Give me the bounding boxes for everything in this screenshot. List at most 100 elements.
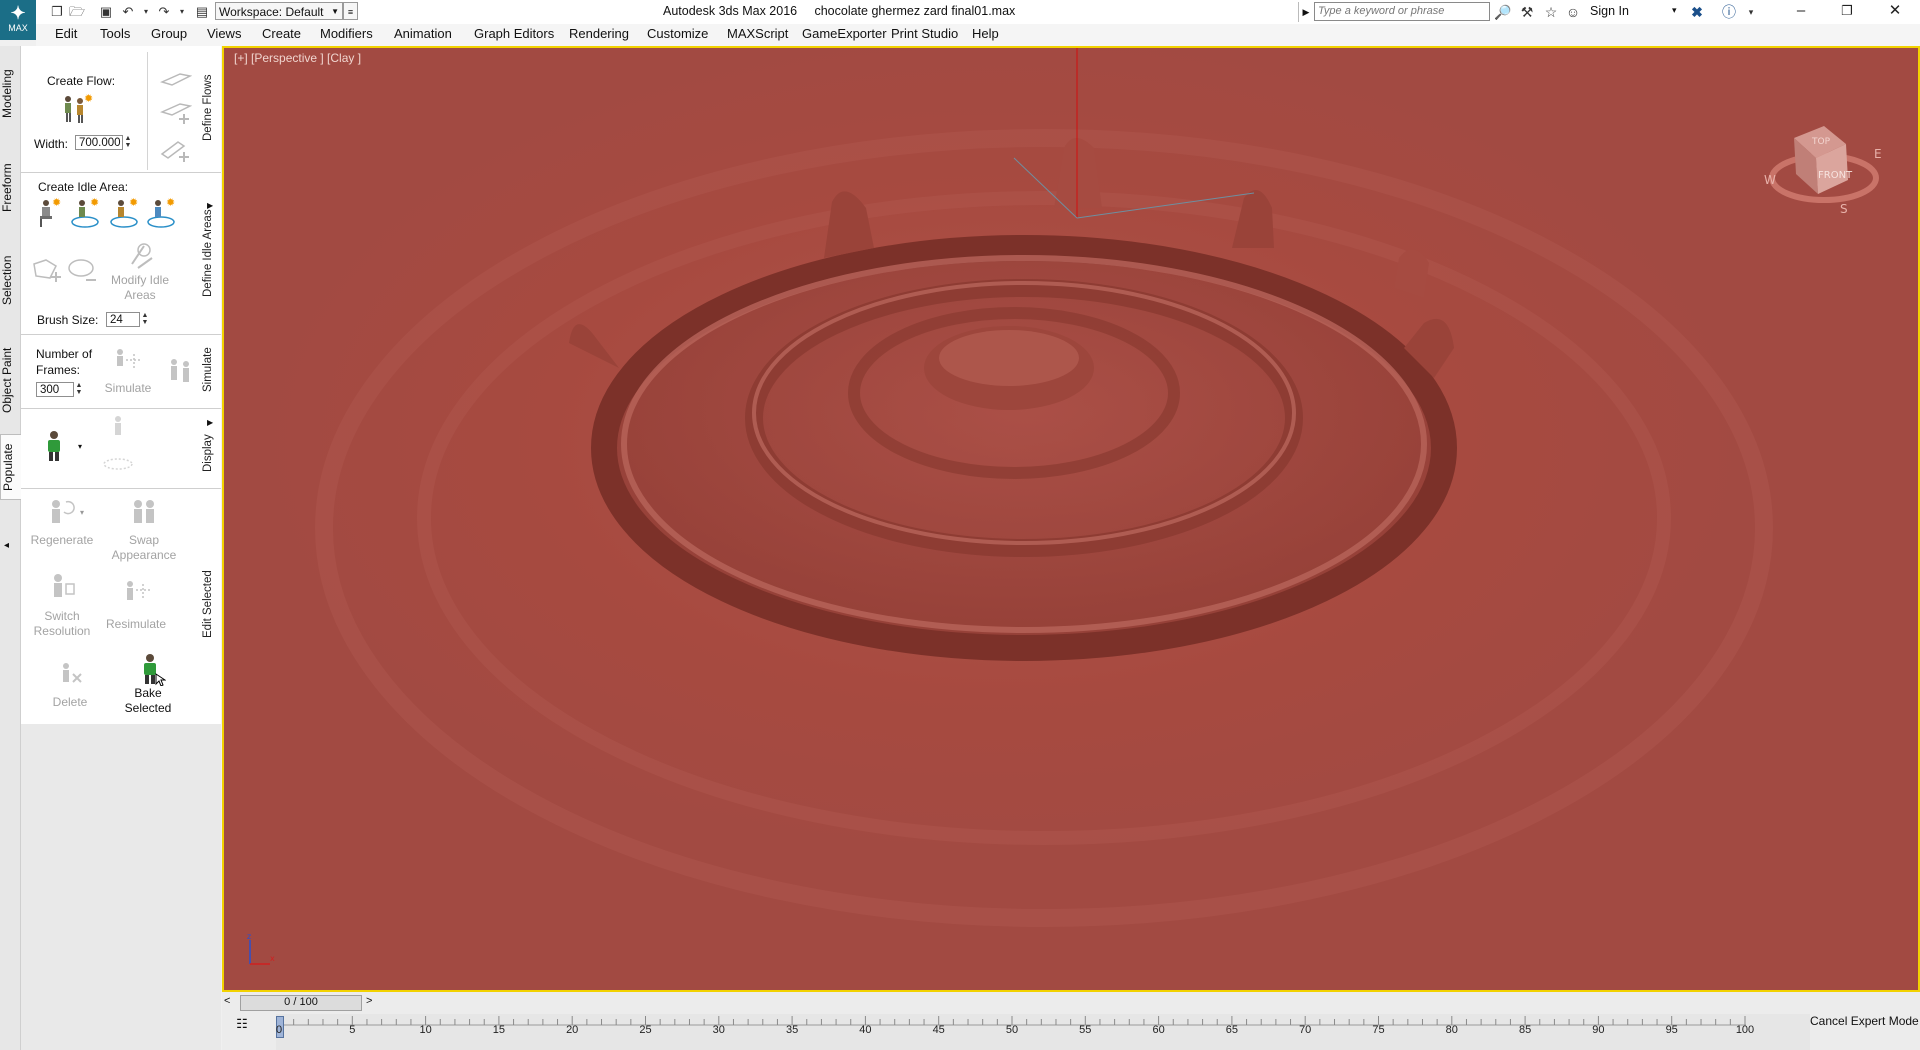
tick-label: 25 xyxy=(639,1024,652,1036)
viewcube-top-label[interactable]: TOP xyxy=(1811,137,1831,147)
undo-icon[interactable]: ↶ xyxy=(119,3,137,21)
display-dropdown-icon[interactable]: ▾ xyxy=(78,442,82,451)
track-bar-toggle-icon[interactable]: ☷ xyxy=(232,1016,252,1032)
svg-text:z: z xyxy=(247,932,251,941)
save-icon[interactable]: ▣ xyxy=(97,3,115,21)
time-prev-button[interactable]: < xyxy=(224,995,230,1007)
modify-idle-areas-label: Modify Idle Areas xyxy=(110,273,170,302)
tick-label: 10 xyxy=(419,1024,432,1036)
menu-edit[interactable]: Edit xyxy=(55,26,77,41)
sign-in-dropdown-icon[interactable]: ▾ xyxy=(1672,5,1677,16)
menu-modifiers[interactable]: Modifiers xyxy=(320,26,373,41)
search-input[interactable]: Type a keyword or phrase xyxy=(1314,2,1490,21)
new-file-icon[interactable]: ❐ xyxy=(48,3,66,21)
frames-input[interactable]: 300 xyxy=(36,382,74,397)
menu-animation[interactable]: Animation xyxy=(394,26,452,41)
width-spinner-icon[interactable]: ▲ ▼ xyxy=(124,135,132,150)
perspective-viewport[interactable]: [+] [Perspective ] [Clay ] TOP FRONT W E… xyxy=(222,46,1920,992)
menu-help[interactable]: Help xyxy=(972,26,999,41)
communication-center-icon[interactable]: ⚒ xyxy=(1518,3,1536,21)
menu-print-studio[interactable]: Print Studio xyxy=(891,26,958,41)
menu-maxscript[interactable]: MAXScript xyxy=(727,26,788,41)
restore-button[interactable]: ❐ xyxy=(1824,0,1870,24)
menu-customize[interactable]: Customize xyxy=(647,26,708,41)
display-character-icon[interactable] xyxy=(40,428,68,462)
workspace-dropdown[interactable]: Workspace: Default ▼ xyxy=(215,2,343,20)
open-file-icon[interactable]: 🗁 xyxy=(68,3,86,21)
sign-in-button[interactable]: Sign In xyxy=(1590,4,1629,18)
brush-size-input[interactable]: 24 xyxy=(106,312,140,327)
tab-define-flows[interactable]: Define Flows xyxy=(202,60,220,156)
idle-area-freeform-icon[interactable]: ✹ xyxy=(109,196,143,230)
tick-label: 20 xyxy=(566,1024,579,1036)
viewcube[interactable]: TOP FRONT W E S xyxy=(1754,98,1894,228)
create-flow-icon[interactable]: ✹ xyxy=(58,92,94,126)
collapse-ribbon-icon[interactable]: ◂ xyxy=(4,540,9,551)
create-idle-area-label: Create Idle Area: xyxy=(38,180,129,194)
menu-tools[interactable]: Tools xyxy=(100,26,130,41)
tab-modeling[interactable]: Modeling xyxy=(0,62,20,126)
regenerate-label: Regenerate xyxy=(30,533,94,547)
tab-define-idle-areas[interactable]: Define Idle Areas xyxy=(202,198,220,308)
menu-create[interactable]: Create xyxy=(262,26,301,41)
width-input[interactable]: 700.000 xyxy=(75,135,123,150)
compass-south[interactable]: S xyxy=(1840,202,1848,216)
idle-area-sitting-icon[interactable]: ✹ xyxy=(32,196,66,230)
time-next-button[interactable]: > xyxy=(366,995,372,1007)
minimize-button[interactable]: – xyxy=(1778,0,1824,24)
tick-label: 45 xyxy=(932,1024,945,1036)
ghost-character-icon xyxy=(115,416,121,435)
menu-rendering[interactable]: Rendering xyxy=(569,26,629,41)
simulate-crowd-icon xyxy=(171,359,189,382)
viewport-label[interactable]: [+] [Perspective ] [Clay ] xyxy=(234,51,361,65)
menu-graph-editors[interactable]: Graph Editors xyxy=(474,26,554,41)
tab-object-paint[interactable]: Object Paint xyxy=(0,342,20,418)
workspace-options-button[interactable]: ≡ xyxy=(343,2,358,20)
close-button[interactable]: ✕ xyxy=(1872,0,1918,24)
logo-icon: ✦ xyxy=(10,3,26,23)
compass-east[interactable]: E xyxy=(1874,147,1882,161)
frames-spinner-icon[interactable]: ▲ ▼ xyxy=(75,382,83,397)
app-logo-button[interactable]: ✦ MAX xyxy=(0,0,36,40)
binoculars-icon[interactable]: 🔎 xyxy=(1494,3,1512,21)
segment-icon xyxy=(160,73,192,86)
menu-views[interactable]: Views xyxy=(207,26,241,41)
tick-label: 0 xyxy=(275,1024,283,1036)
tab-freeform[interactable]: Freeform xyxy=(0,160,20,216)
viewcube-front-label[interactable]: FRONT xyxy=(1818,170,1853,181)
redo-icon[interactable]: ↷ xyxy=(155,3,173,21)
tab-display[interactable]: Display xyxy=(202,430,220,476)
cancel-expert-mode-button[interactable]: Cancel Expert Mode xyxy=(1810,1014,1919,1028)
project-folder-icon[interactable]: ▤ xyxy=(193,3,211,21)
bake-selected-icon[interactable] xyxy=(136,652,166,686)
tab-populate[interactable]: Populate xyxy=(0,434,22,500)
menu-group[interactable]: Group xyxy=(151,26,187,41)
width-label: Width: xyxy=(34,137,69,151)
time-slider[interactable]: 0 / 100 xyxy=(240,995,362,1011)
tick-label: 5 xyxy=(349,1024,356,1036)
ghost-area-icon xyxy=(103,458,133,470)
search-expand-icon[interactable]: ▶ xyxy=(1298,2,1313,22)
brush-size-spinner-icon[interactable]: ▲ ▼ xyxy=(141,312,149,327)
help-dropdown-icon[interactable]: ▾ xyxy=(1742,3,1760,21)
tab-simulate[interactable]: Simulate xyxy=(202,346,220,394)
exchange-apps-icon[interactable]: ✖ xyxy=(1688,3,1706,21)
tick-label: 65 xyxy=(1225,1024,1239,1036)
idle-area-circle-icon[interactable]: ✹ xyxy=(70,196,104,230)
favorites-star-icon[interactable]: ☆ xyxy=(1542,3,1560,21)
redo-dropdown-icon[interactable]: ▾ xyxy=(173,3,191,21)
menu-gameexporter[interactable]: GameExporter xyxy=(802,26,887,41)
chevron-down-icon: ▼ xyxy=(331,7,339,16)
undo-dropdown-icon[interactable]: ▾ xyxy=(137,3,155,21)
tab-selection[interactable]: Selection xyxy=(0,252,20,308)
tick-label: 70 xyxy=(1299,1024,1312,1036)
help-icon[interactable]: ⓘ xyxy=(1720,3,1738,21)
tick-label: 90 xyxy=(1592,1024,1605,1036)
axis-tripod-icon: z x xyxy=(247,932,275,965)
compass-west[interactable]: W xyxy=(1764,173,1776,187)
expand-arrow-icon[interactable]: ▶ xyxy=(207,418,213,427)
expand-arrow-icon[interactable]: ▶ xyxy=(207,201,213,210)
bake-selected-button[interactable]: Bake Selected xyxy=(118,686,178,716)
idle-area-paint-icon[interactable]: ✹ xyxy=(146,196,180,230)
tab-edit-selected[interactable]: Edit Selected xyxy=(202,566,220,642)
